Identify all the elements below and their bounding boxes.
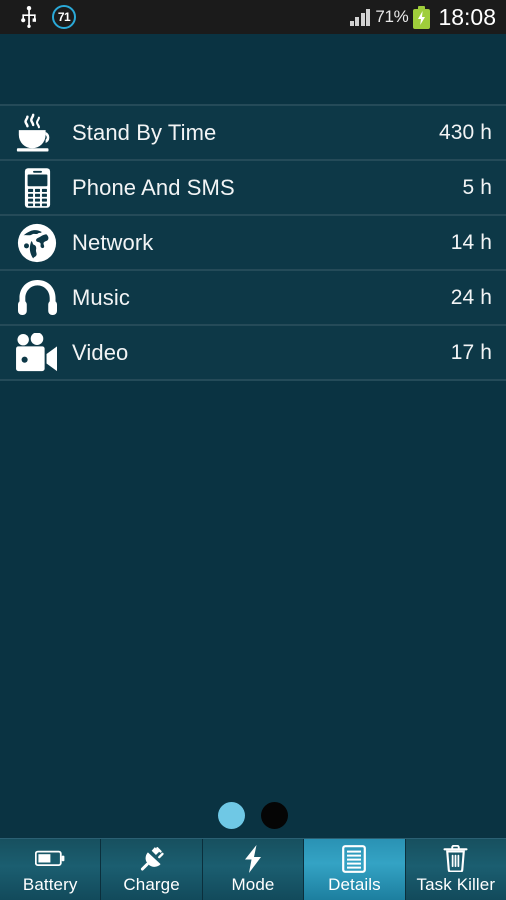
row-label: Stand By Time — [72, 119, 217, 145]
plug-icon — [138, 845, 165, 873]
pagination-dots — [0, 802, 506, 829]
row-label: Music — [72, 284, 130, 310]
battery-icon — [35, 845, 65, 873]
bolt-icon — [243, 844, 263, 873]
battery-percent-label: 71% — [375, 7, 409, 26]
row-value: 24 h — [450, 285, 492, 309]
tab-mode[interactable]: Mode — [202, 839, 305, 900]
tab-label: Battery — [22, 874, 78, 894]
row-value: 17 h — [450, 340, 492, 364]
globe-icon — [13, 220, 61, 266]
tab-label: Charge — [123, 874, 180, 894]
row-value: 430 h — [438, 120, 492, 144]
coffee-cup-icon — [13, 110, 61, 156]
pagination-dot-inactive[interactable] — [261, 802, 288, 829]
tab-label: Task Killer — [416, 874, 496, 894]
pagination-dot-active[interactable] — [218, 802, 245, 829]
clock-label: 18:08 — [438, 3, 496, 30]
table-row[interactable]: Stand By Time 430 h — [0, 106, 506, 159]
trash-icon — [443, 845, 468, 873]
table-row[interactable]: Music 24 h — [0, 271, 506, 324]
status-bar-right: 71% 18:08 — [349, 3, 496, 31]
tab-task-killer[interactable]: Task Killer — [405, 839, 506, 900]
tab-battery[interactable]: Battery — [0, 839, 102, 900]
video-camera-icon — [13, 330, 61, 376]
bottom-tab-bar: Battery Charge Mode Details Task Killer — [0, 838, 506, 900]
mobile-phone-icon — [13, 165, 61, 211]
table-row[interactable]: Phone And SMS 5 h — [0, 161, 506, 214]
document-icon — [342, 844, 367, 873]
headphones-icon — [13, 275, 61, 321]
notification-count-badge: 71 — [52, 5, 76, 29]
row-label: Video — [72, 339, 129, 365]
signal-bars-icon — [349, 8, 371, 26]
row-value: 5 h — [462, 175, 492, 199]
status-bar: 71 71% 18:08 — [0, 0, 506, 34]
row-value: 14 h — [450, 230, 492, 254]
row-label: Network — [72, 229, 154, 255]
table-row[interactable]: Network 14 h — [0, 216, 506, 269]
usage-details-list: Stand By Time 430 h Phone And SMS 5 h Ne… — [0, 104, 506, 381]
list-separator — [0, 379, 506, 381]
app-screen: 71 71% 18:08 Stand By Time 430 h Phone A… — [0, 0, 506, 900]
tab-label: Details — [328, 874, 381, 894]
tab-charge[interactable]: Charge — [101, 839, 203, 900]
tab-label: Mode — [231, 874, 275, 894]
table-row[interactable]: Video 17 h — [0, 326, 506, 379]
usb-icon — [20, 6, 38, 28]
battery-charging-icon — [413, 5, 431, 29]
status-bar-left: 71 — [20, 5, 76, 29]
tab-details[interactable]: Details — [304, 839, 406, 900]
row-label: Phone And SMS — [72, 174, 235, 200]
